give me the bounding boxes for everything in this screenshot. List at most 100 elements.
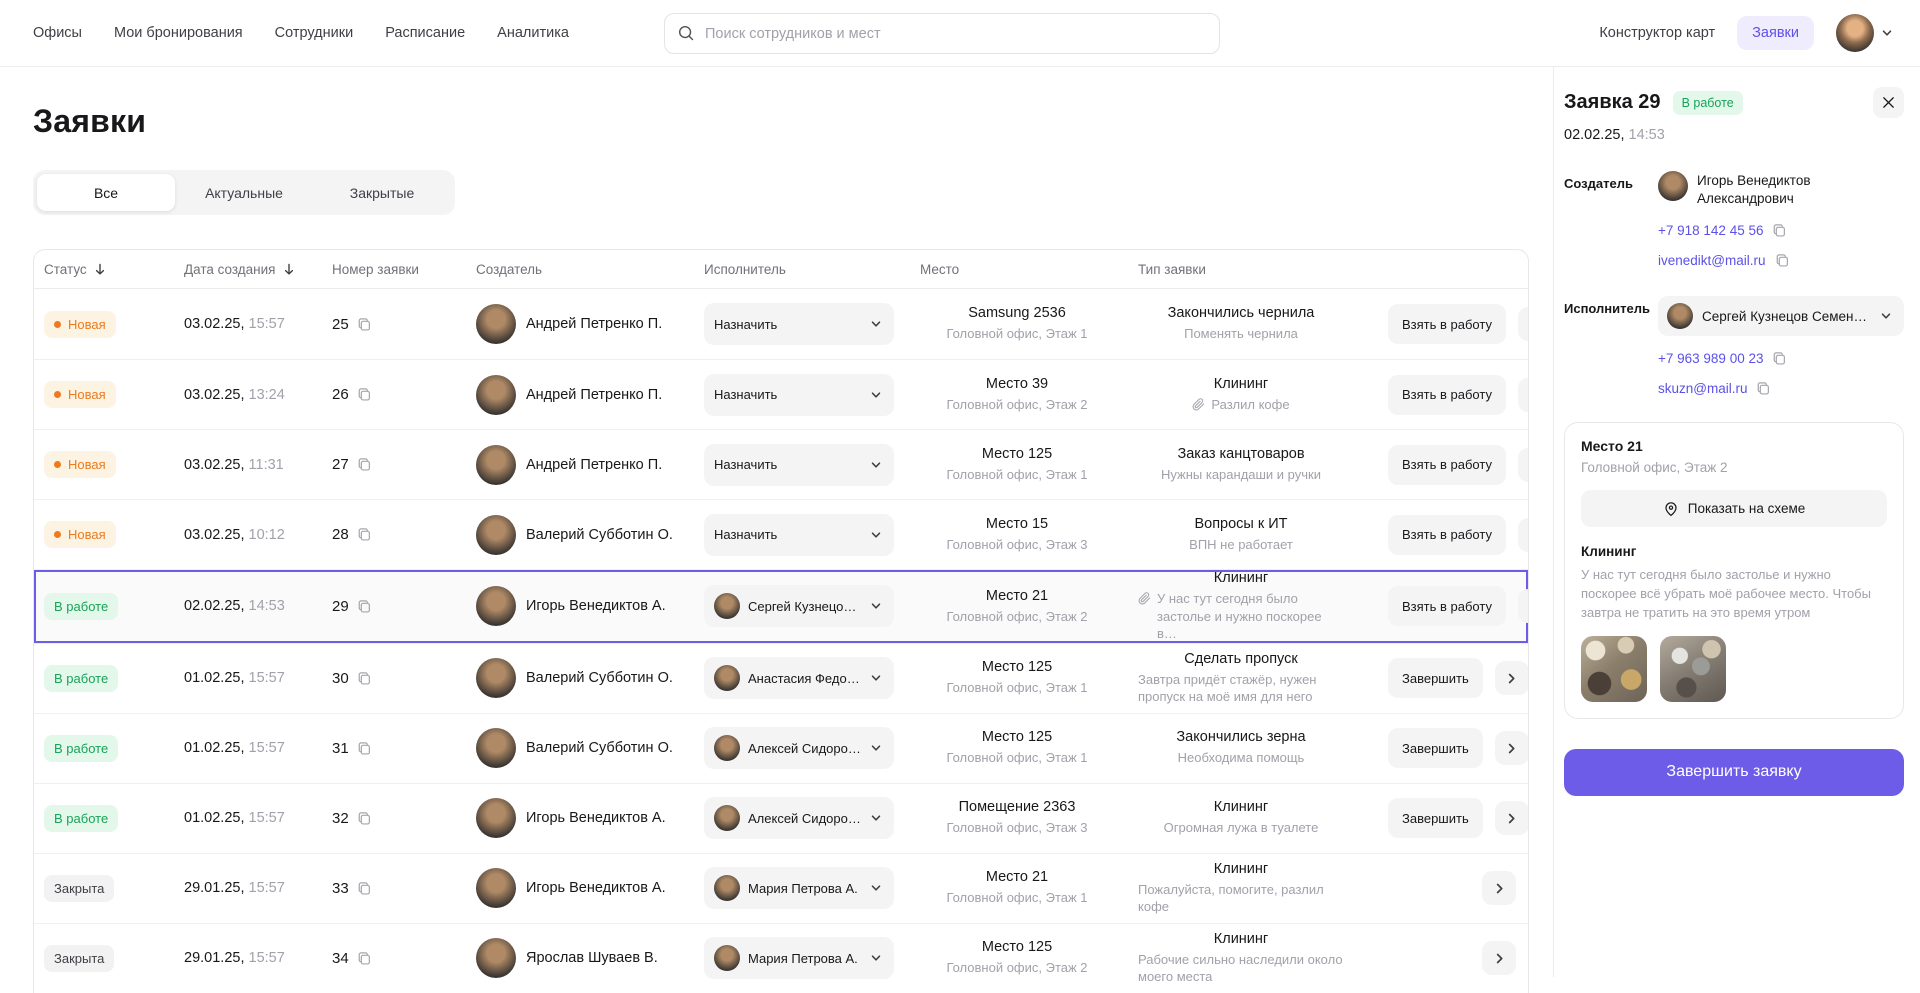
nav-item-requests[interactable]: Заявки	[1737, 16, 1814, 50]
open-details-button[interactable]	[1482, 871, 1516, 905]
tab-0[interactable]: Все	[37, 174, 175, 211]
complete-button[interactable]: Завершить	[1388, 798, 1483, 838]
open-details-button[interactable]	[1495, 661, 1529, 695]
creator-name: Ярослав Шуваев В.	[526, 950, 658, 966]
tab-1[interactable]: Актуальные	[175, 174, 313, 211]
search-input[interactable]	[664, 13, 1220, 54]
executor-select[interactable]: Мария Петрова А.	[704, 867, 894, 909]
copy-icon[interactable]	[357, 527, 372, 542]
table-row[interactable]: В работе02.02.25, 14:5329Игорь Венедикто…	[34, 569, 1528, 643]
copy-icon[interactable]	[1772, 351, 1787, 366]
executor-select[interactable]: Алексей Сидоров П.	[704, 797, 894, 839]
open-details-button[interactable]	[1518, 518, 1529, 552]
column-header-0[interactable]: Статус	[34, 262, 184, 277]
request-number: 29	[332, 598, 349, 615]
copy-icon[interactable]	[357, 741, 372, 756]
creator-cell: Андрей Петренко П.	[476, 304, 704, 344]
executor-select[interactable]: Сергей Кузнецов Семенович	[1658, 296, 1904, 336]
type-description: У нас тут сегодня было застолье и нужно …	[1138, 590, 1344, 643]
open-details-button[interactable]	[1518, 378, 1529, 412]
type-description: Поменять чернила	[1184, 325, 1298, 343]
executor-email-link[interactable]: skuzn@mail.ru	[1658, 381, 1747, 396]
copy-icon[interactable]	[357, 951, 372, 966]
nav-item-0[interactable]: Офисы	[33, 25, 82, 41]
take-to-work-button[interactable]: Взять в работу	[1388, 375, 1506, 415]
executor-select[interactable]: Анастасия Федорова В.	[704, 657, 894, 699]
take-to-work-button[interactable]: Взять в работу	[1388, 304, 1506, 344]
nav-item-1[interactable]: Мои бронирования	[114, 25, 243, 41]
user-menu[interactable]	[1836, 14, 1893, 52]
copy-icon[interactable]	[357, 811, 372, 826]
status-cell: В работе	[34, 593, 184, 620]
tab-2[interactable]: Закрытые	[313, 174, 451, 211]
place-cell: Место 21Головной офис, Этаж 2	[920, 588, 1138, 626]
executor-select[interactable]: Назначить	[704, 444, 894, 486]
status-badge: Закрыта	[44, 875, 114, 902]
executor-phone-link[interactable]: +7 963 989 00 23	[1658, 351, 1763, 366]
executor-select[interactable]: Мария Петрова А.	[704, 937, 894, 979]
table-row[interactable]: Новая03.02.25, 13:2426Андрей Петренко П.…	[34, 359, 1528, 429]
take-to-work-button[interactable]: Взять в работу	[1388, 515, 1506, 555]
place-location: Головной офис, Этаж 2	[946, 608, 1087, 626]
close-panel-button[interactable]	[1873, 87, 1904, 118]
copy-icon[interactable]	[357, 671, 372, 686]
table-row[interactable]: Новая03.02.25, 11:3127Андрей Петренко П.…	[34, 429, 1528, 499]
chevron-down-icon	[870, 389, 882, 401]
table-row[interactable]: Закрыта29.01.25, 15:5734Ярослав Шуваев В…	[34, 923, 1528, 993]
table-row[interactable]: В работе01.02.25, 15:5732Игорь Венедикто…	[34, 783, 1528, 853]
column-header-2[interactable]: Номер заявки	[332, 262, 476, 277]
open-details-button[interactable]	[1518, 448, 1529, 482]
column-header-6[interactable]: Тип заявки	[1138, 262, 1388, 277]
sort-desc-icon[interactable]	[93, 262, 107, 276]
column-header-4[interactable]: Исполнитель	[704, 262, 920, 277]
column-header-5[interactable]: Место	[920, 262, 1138, 277]
chevron-down-icon	[870, 742, 882, 754]
complete-button[interactable]: Завершить	[1388, 658, 1483, 698]
assign-placeholder: Назначить	[714, 317, 777, 332]
copy-icon[interactable]	[357, 599, 372, 614]
table-row[interactable]: Новая03.02.25, 15:5725Андрей Петренко П.…	[34, 289, 1528, 359]
nav-item-4[interactable]: Аналитика	[497, 25, 569, 41]
nav-item-3[interactable]: Расписание	[385, 25, 465, 41]
table-row[interactable]: В работе01.02.25, 15:5731Валерий Субботи…	[34, 713, 1528, 783]
table-row[interactable]: Новая03.02.25, 10:1228Валерий Субботин О…	[34, 499, 1528, 569]
open-details-button[interactable]	[1518, 307, 1529, 341]
open-details-button[interactable]	[1518, 589, 1529, 623]
executor-select[interactable]: Назначить	[704, 374, 894, 416]
copy-icon[interactable]	[357, 387, 372, 402]
copy-icon[interactable]	[1756, 381, 1771, 396]
creator-email-link[interactable]: ivenedikt@mail.ru	[1658, 253, 1766, 268]
table-row[interactable]: Закрыта29.01.25, 15:5733Игорь Венедиктов…	[34, 853, 1528, 923]
executor-select[interactable]: Алексей Сидоров П.	[704, 727, 894, 769]
date-cell: 03.02.25, 13:24	[184, 387, 332, 403]
copy-icon[interactable]	[357, 881, 372, 896]
executor-select[interactable]: Сергей Кузнецов С.	[704, 585, 894, 627]
open-details-button[interactable]	[1482, 941, 1516, 975]
executor-select[interactable]: Назначить	[704, 303, 894, 345]
take-to-work-button[interactable]: Взять в работу	[1388, 445, 1506, 485]
copy-icon[interactable]	[357, 317, 372, 332]
copy-icon[interactable]	[357, 457, 372, 472]
attachment-photo[interactable]	[1581, 636, 1647, 702]
column-header-1[interactable]: Дата создания	[184, 262, 332, 277]
take-to-work-button[interactable]: Взять в работу	[1388, 586, 1506, 626]
copy-icon[interactable]	[1775, 253, 1790, 268]
request-detail-panel: Заявка 29 В работе 02.02.25, 14:53 Созда…	[1553, 67, 1920, 977]
nav-item-2[interactable]: Сотрудники	[275, 25, 354, 41]
table-row[interactable]: В работе01.02.25, 15:5730Валерий Субботи…	[34, 643, 1528, 713]
complete-request-button[interactable]: Завершить заявку	[1564, 749, 1904, 796]
creator-phone-link[interactable]: +7 918 142 45 56	[1658, 223, 1763, 238]
show-on-scheme-button[interactable]: Показать на схеме	[1581, 490, 1887, 527]
sort-desc-icon[interactable]	[282, 262, 296, 276]
column-header-3[interactable]: Создатель	[476, 262, 704, 277]
open-details-button[interactable]	[1495, 731, 1529, 765]
complete-button[interactable]: Завершить	[1388, 728, 1483, 768]
time-value: 13:24	[244, 387, 284, 403]
executor-select[interactable]: Назначить	[704, 514, 894, 556]
open-details-button[interactable]	[1495, 801, 1529, 835]
creator-avatar	[476, 515, 516, 555]
actions-cell: Взять в работу	[1388, 445, 1529, 485]
copy-icon[interactable]	[1772, 223, 1787, 238]
attachment-photo[interactable]	[1660, 636, 1726, 702]
nav-item-map-builder[interactable]: Конструктор карт	[1599, 25, 1715, 41]
